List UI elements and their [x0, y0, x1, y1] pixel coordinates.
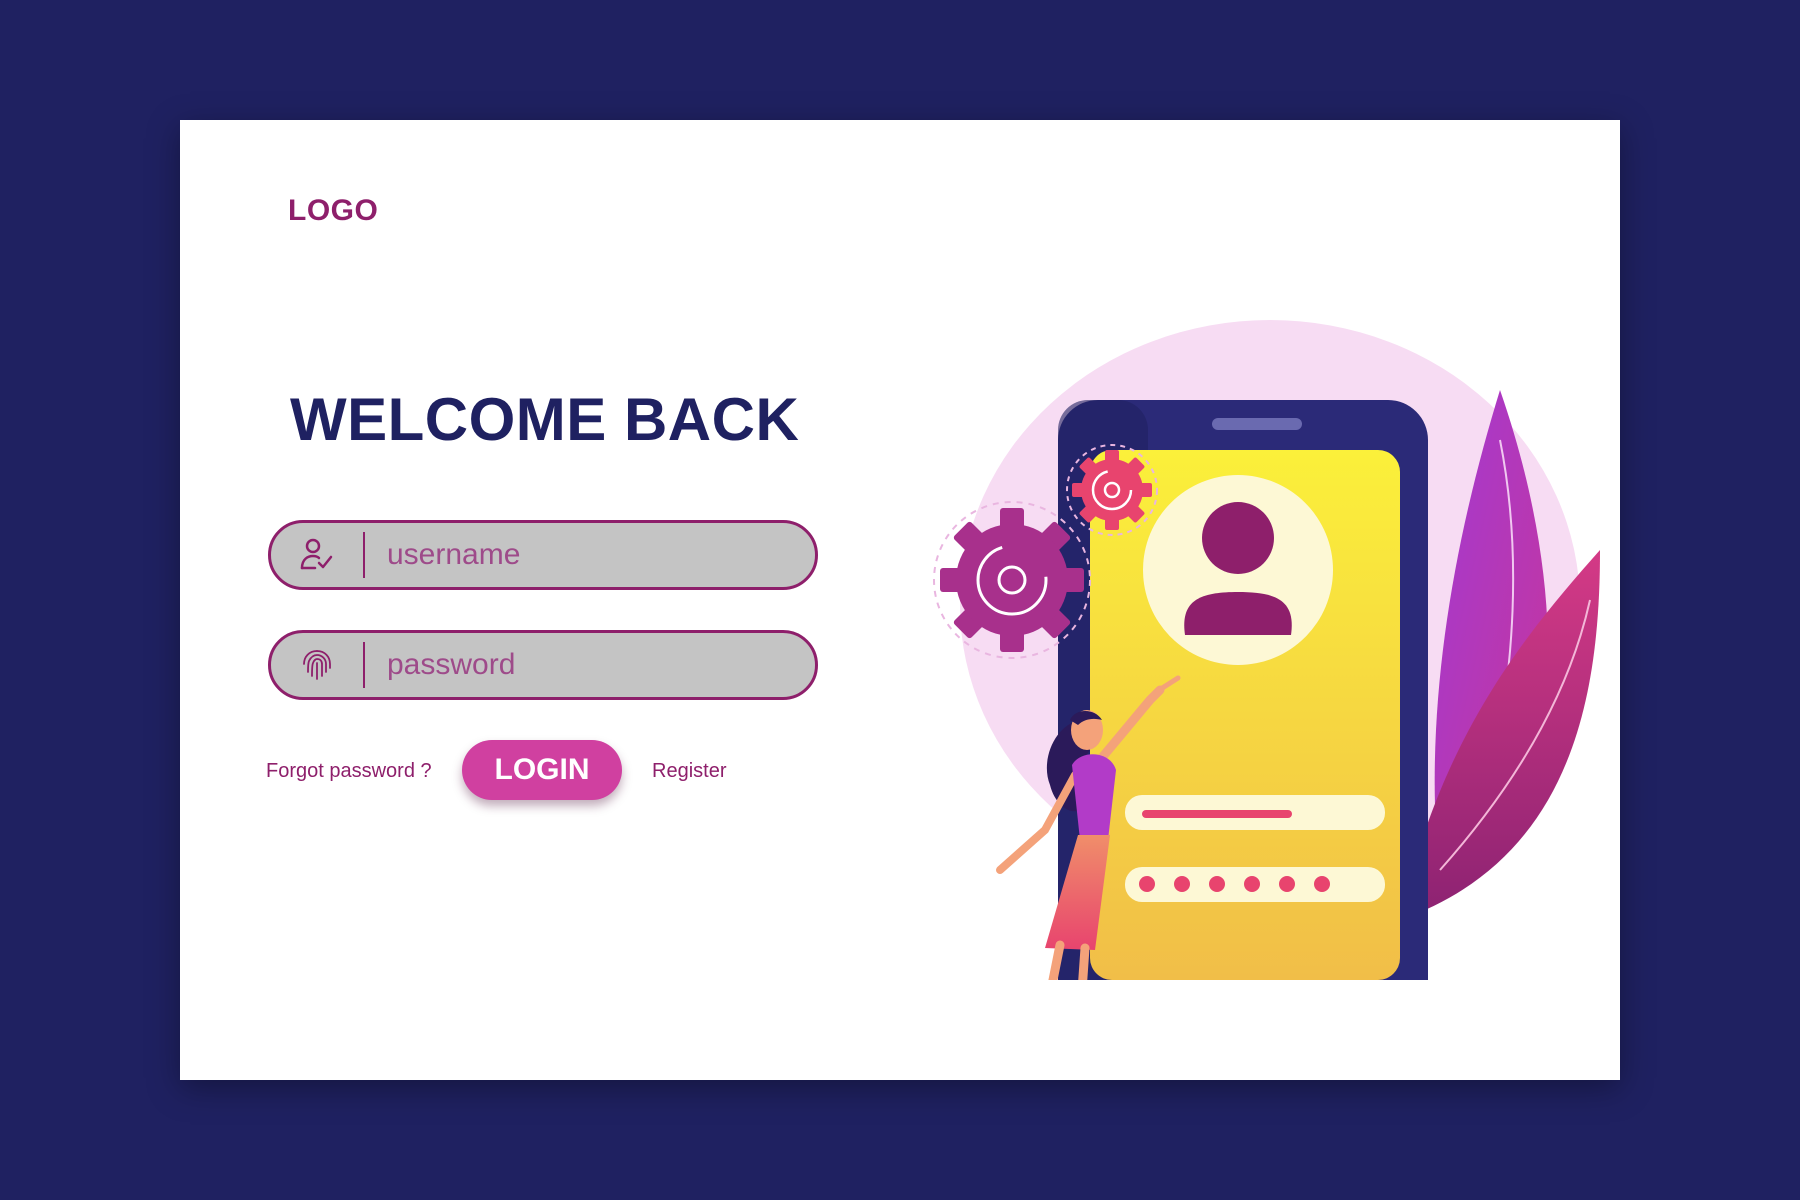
- password-field: [268, 630, 818, 700]
- register-link[interactable]: Register: [652, 760, 726, 783]
- avatar-head: [1202, 502, 1274, 574]
- fingerprint-icon: [271, 633, 363, 697]
- login-button[interactable]: LOGIN: [462, 740, 622, 800]
- logo: LOGO: [288, 194, 379, 227]
- page-title: WELCOME BACK: [290, 386, 800, 453]
- user-check-icon: [271, 523, 363, 587]
- username-input[interactable]: [365, 523, 815, 587]
- login-card: LOGO WELCOME BACK Forgot passwo: [180, 120, 1620, 1080]
- forgot-password-link[interactable]: Forgot password ?: [266, 760, 432, 783]
- password-input[interactable]: [365, 633, 815, 697]
- phone-speaker: [1212, 418, 1302, 430]
- avatar-body: [1184, 592, 1292, 635]
- username-field: [268, 520, 818, 590]
- login-illustration: [933, 320, 1600, 980]
